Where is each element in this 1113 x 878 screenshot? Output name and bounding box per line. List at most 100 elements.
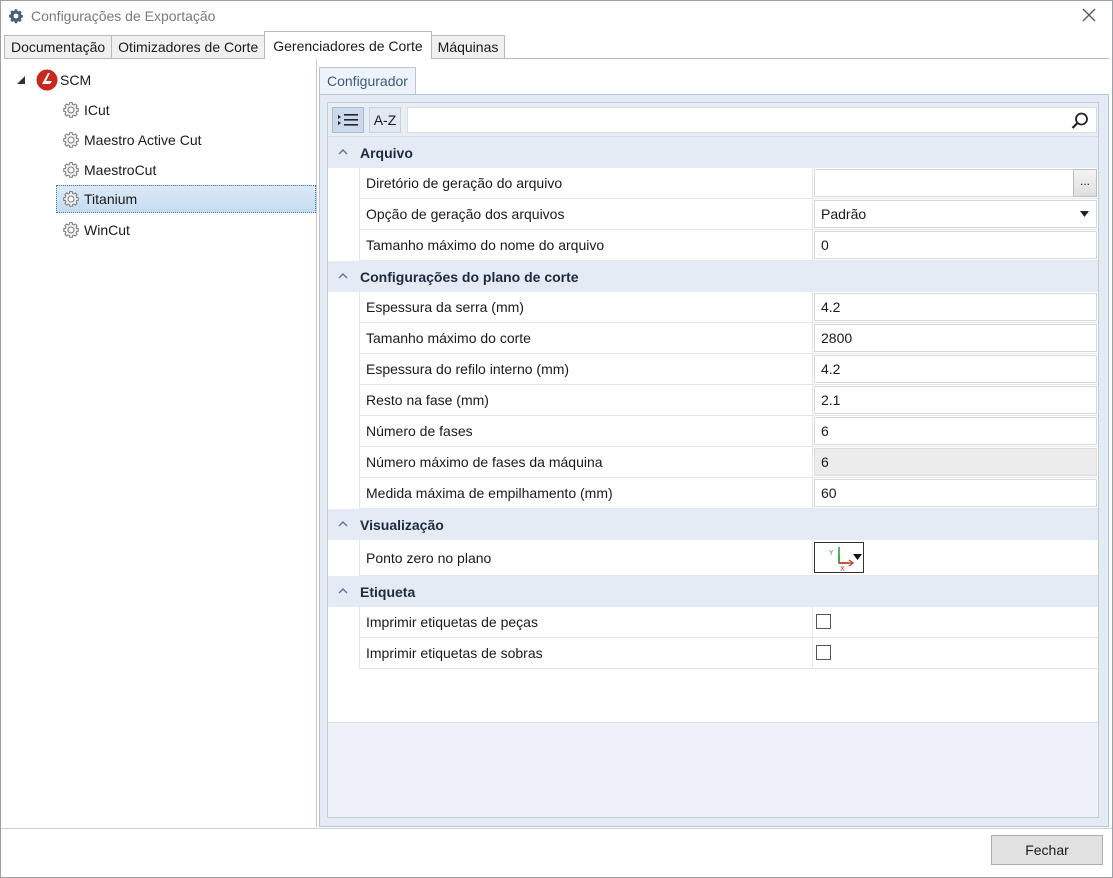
tree-item-maestro-active-cut[interactable]: Maestro Active Cut	[56, 126, 316, 154]
property-label: Ponto zero no plano	[366, 550, 492, 566]
column-divider	[812, 354, 813, 385]
max-stacking-measure-field[interactable]: 60	[814, 479, 1097, 507]
column-divider	[812, 478, 813, 509]
gear-icon	[63, 221, 79, 238]
title-bar: Configurações de Exportação	[1, 1, 1112, 31]
tree-root-scm[interactable]: SCM	[16, 69, 91, 91]
configurator-body: A-Z Arquivo Diretório de geração do arqu…	[319, 94, 1109, 827]
gear-icon	[63, 190, 79, 207]
file-generation-option-select[interactable]: Padrão	[814, 200, 1097, 228]
category-label: Etiqueta	[360, 583, 416, 600]
property-row: Diretório de geração do arquivo ...	[359, 168, 1098, 199]
cut-manager-tree: SCM ICut Maestro Active Cut MaestroCut T…	[4, 59, 317, 827]
gear-icon	[9, 9, 23, 24]
property-label: Número de fases	[366, 423, 473, 439]
max-filename-length-field[interactable]: 0	[814, 231, 1097, 259]
search-icon[interactable]	[1070, 111, 1090, 131]
max-cut-size-field[interactable]: 2800	[814, 324, 1097, 352]
field-value: Padrão	[821, 206, 867, 222]
column-divider	[812, 199, 813, 230]
gear-icon	[63, 131, 79, 148]
property-label: Imprimir etiquetas de peças	[366, 614, 538, 630]
tree-item-titanium[interactable]: Titanium	[56, 185, 316, 213]
property-label: Opção de geração dos arquivos	[366, 206, 565, 222]
property-row: Espessura da serra (mm) 4.2	[359, 292, 1098, 323]
property-label: Tamanho máximo do nome do arquivo	[366, 237, 605, 253]
saw-thickness-field[interactable]: 4.2	[814, 293, 1097, 321]
categorized-button[interactable]	[332, 107, 364, 133]
phase-count-field[interactable]: 6	[814, 417, 1097, 445]
tab-gerenciadores-de-corte[interactable]: Gerenciadores de Corte	[264, 31, 432, 59]
configurator-panel: Configurador A-Z Arquivo Diretório de ge…	[319, 67, 1109, 827]
phase-remainder-field[interactable]: 2.1	[814, 386, 1097, 414]
column-divider	[812, 638, 813, 669]
column-divider	[812, 323, 813, 354]
property-grid-toolbar: A-Z	[328, 103, 1098, 137]
chevron-up-icon[interactable]	[338, 587, 348, 595]
tree-item-maestrocut[interactable]: MaestroCut	[56, 156, 316, 184]
internal-trim-thickness-field[interactable]: 4.2	[814, 355, 1097, 383]
property-rows: Arquivo Diretório de geração do arquivo …	[328, 137, 1098, 669]
column-divider	[812, 230, 813, 261]
column-divider	[812, 385, 813, 416]
category-label: Arquivo	[360, 144, 413, 161]
tree-item-wincut[interactable]: WinCut	[56, 216, 316, 244]
tree-item-icut[interactable]: ICut	[56, 96, 316, 124]
property-label: Imprimir etiquetas de sobras	[366, 645, 543, 661]
tab-maquinas[interactable]: Máquinas	[430, 35, 506, 59]
gear-icon	[63, 161, 79, 178]
machine-max-phases-field: 6	[814, 448, 1097, 476]
print-parts-labels-checkbox[interactable]	[816, 614, 831, 629]
tab-configurador[interactable]: Configurador	[319, 67, 416, 94]
output-directory-field[interactable]: ...	[814, 169, 1097, 197]
property-row: Tamanho máximo do nome do arquivo 0	[359, 230, 1098, 261]
property-row: Espessura do refilo interno (mm) 4.2	[359, 354, 1098, 385]
column-divider	[812, 416, 813, 447]
category-visualizacao: Visualização	[328, 509, 1098, 540]
column-divider	[812, 447, 813, 478]
zero-point-picker[interactable]: Y X	[814, 542, 864, 573]
close-icon[interactable]	[1080, 6, 1098, 24]
property-label: Tamanho máximo do corte	[366, 330, 531, 346]
browse-button[interactable]: ...	[1073, 169, 1097, 197]
property-row: Número de fases 6	[359, 416, 1098, 447]
property-label: Número máximo de fases da máquina	[366, 454, 603, 470]
print-offcut-labels-checkbox[interactable]	[816, 645, 831, 660]
gear-icon	[63, 101, 79, 118]
window-title: Configurações de Exportação	[31, 8, 216, 24]
tree-item-label: Maestro Active Cut	[84, 132, 202, 148]
property-row: Medida máxima de empilhamento (mm) 60	[359, 478, 1098, 509]
column-divider	[812, 607, 813, 638]
chevron-up-icon[interactable]	[338, 148, 348, 156]
alphabetical-button[interactable]: A-Z	[369, 107, 401, 133]
tree-item-label: WinCut	[84, 222, 130, 238]
collapse-triangle-icon[interactable]	[16, 75, 26, 85]
axis-x-label: X	[840, 565, 845, 572]
axis-y-label: Y	[828, 549, 834, 557]
property-search-input[interactable]	[407, 107, 1097, 133]
category-label: Configurações do plano de corte	[360, 268, 579, 285]
tab-otimizadores-de-corte[interactable]: Otimizadores de Corte	[111, 35, 266, 59]
main-tabs: Documentação Otimizadores de Corte Geren…	[4, 31, 506, 59]
chevron-up-icon[interactable]	[338, 520, 348, 528]
tree-root-label: SCM	[60, 72, 92, 88]
property-label: Diretório de geração do arquivo	[366, 175, 563, 191]
property-row: Resto na fase (mm) 2.1	[359, 385, 1098, 416]
chevron-down-icon[interactable]	[1080, 211, 1089, 217]
categorized-icon	[338, 114, 358, 126]
export-settings-window: Configurações de Exportação Documentação…	[0, 0, 1113, 878]
property-label: Medida máxima de empilhamento (mm)	[366, 485, 613, 501]
property-row: Tamanho máximo do corte 2800	[359, 323, 1098, 354]
property-grid: A-Z Arquivo Diretório de geração do arqu…	[327, 102, 1099, 818]
scm-logo-icon	[36, 69, 58, 91]
category-etiqueta: Etiqueta	[328, 576, 1098, 607]
property-description-panel	[328, 722, 1098, 817]
column-divider	[812, 168, 813, 199]
tab-documentacao[interactable]: Documentação	[4, 35, 113, 59]
category-label: Visualização	[360, 516, 444, 533]
tree-item-label: ICut	[84, 102, 110, 118]
property-label: Resto na fase (mm)	[366, 392, 489, 408]
chevron-up-icon[interactable]	[338, 272, 348, 280]
column-divider	[812, 292, 813, 323]
close-button[interactable]: Fechar	[991, 835, 1103, 865]
